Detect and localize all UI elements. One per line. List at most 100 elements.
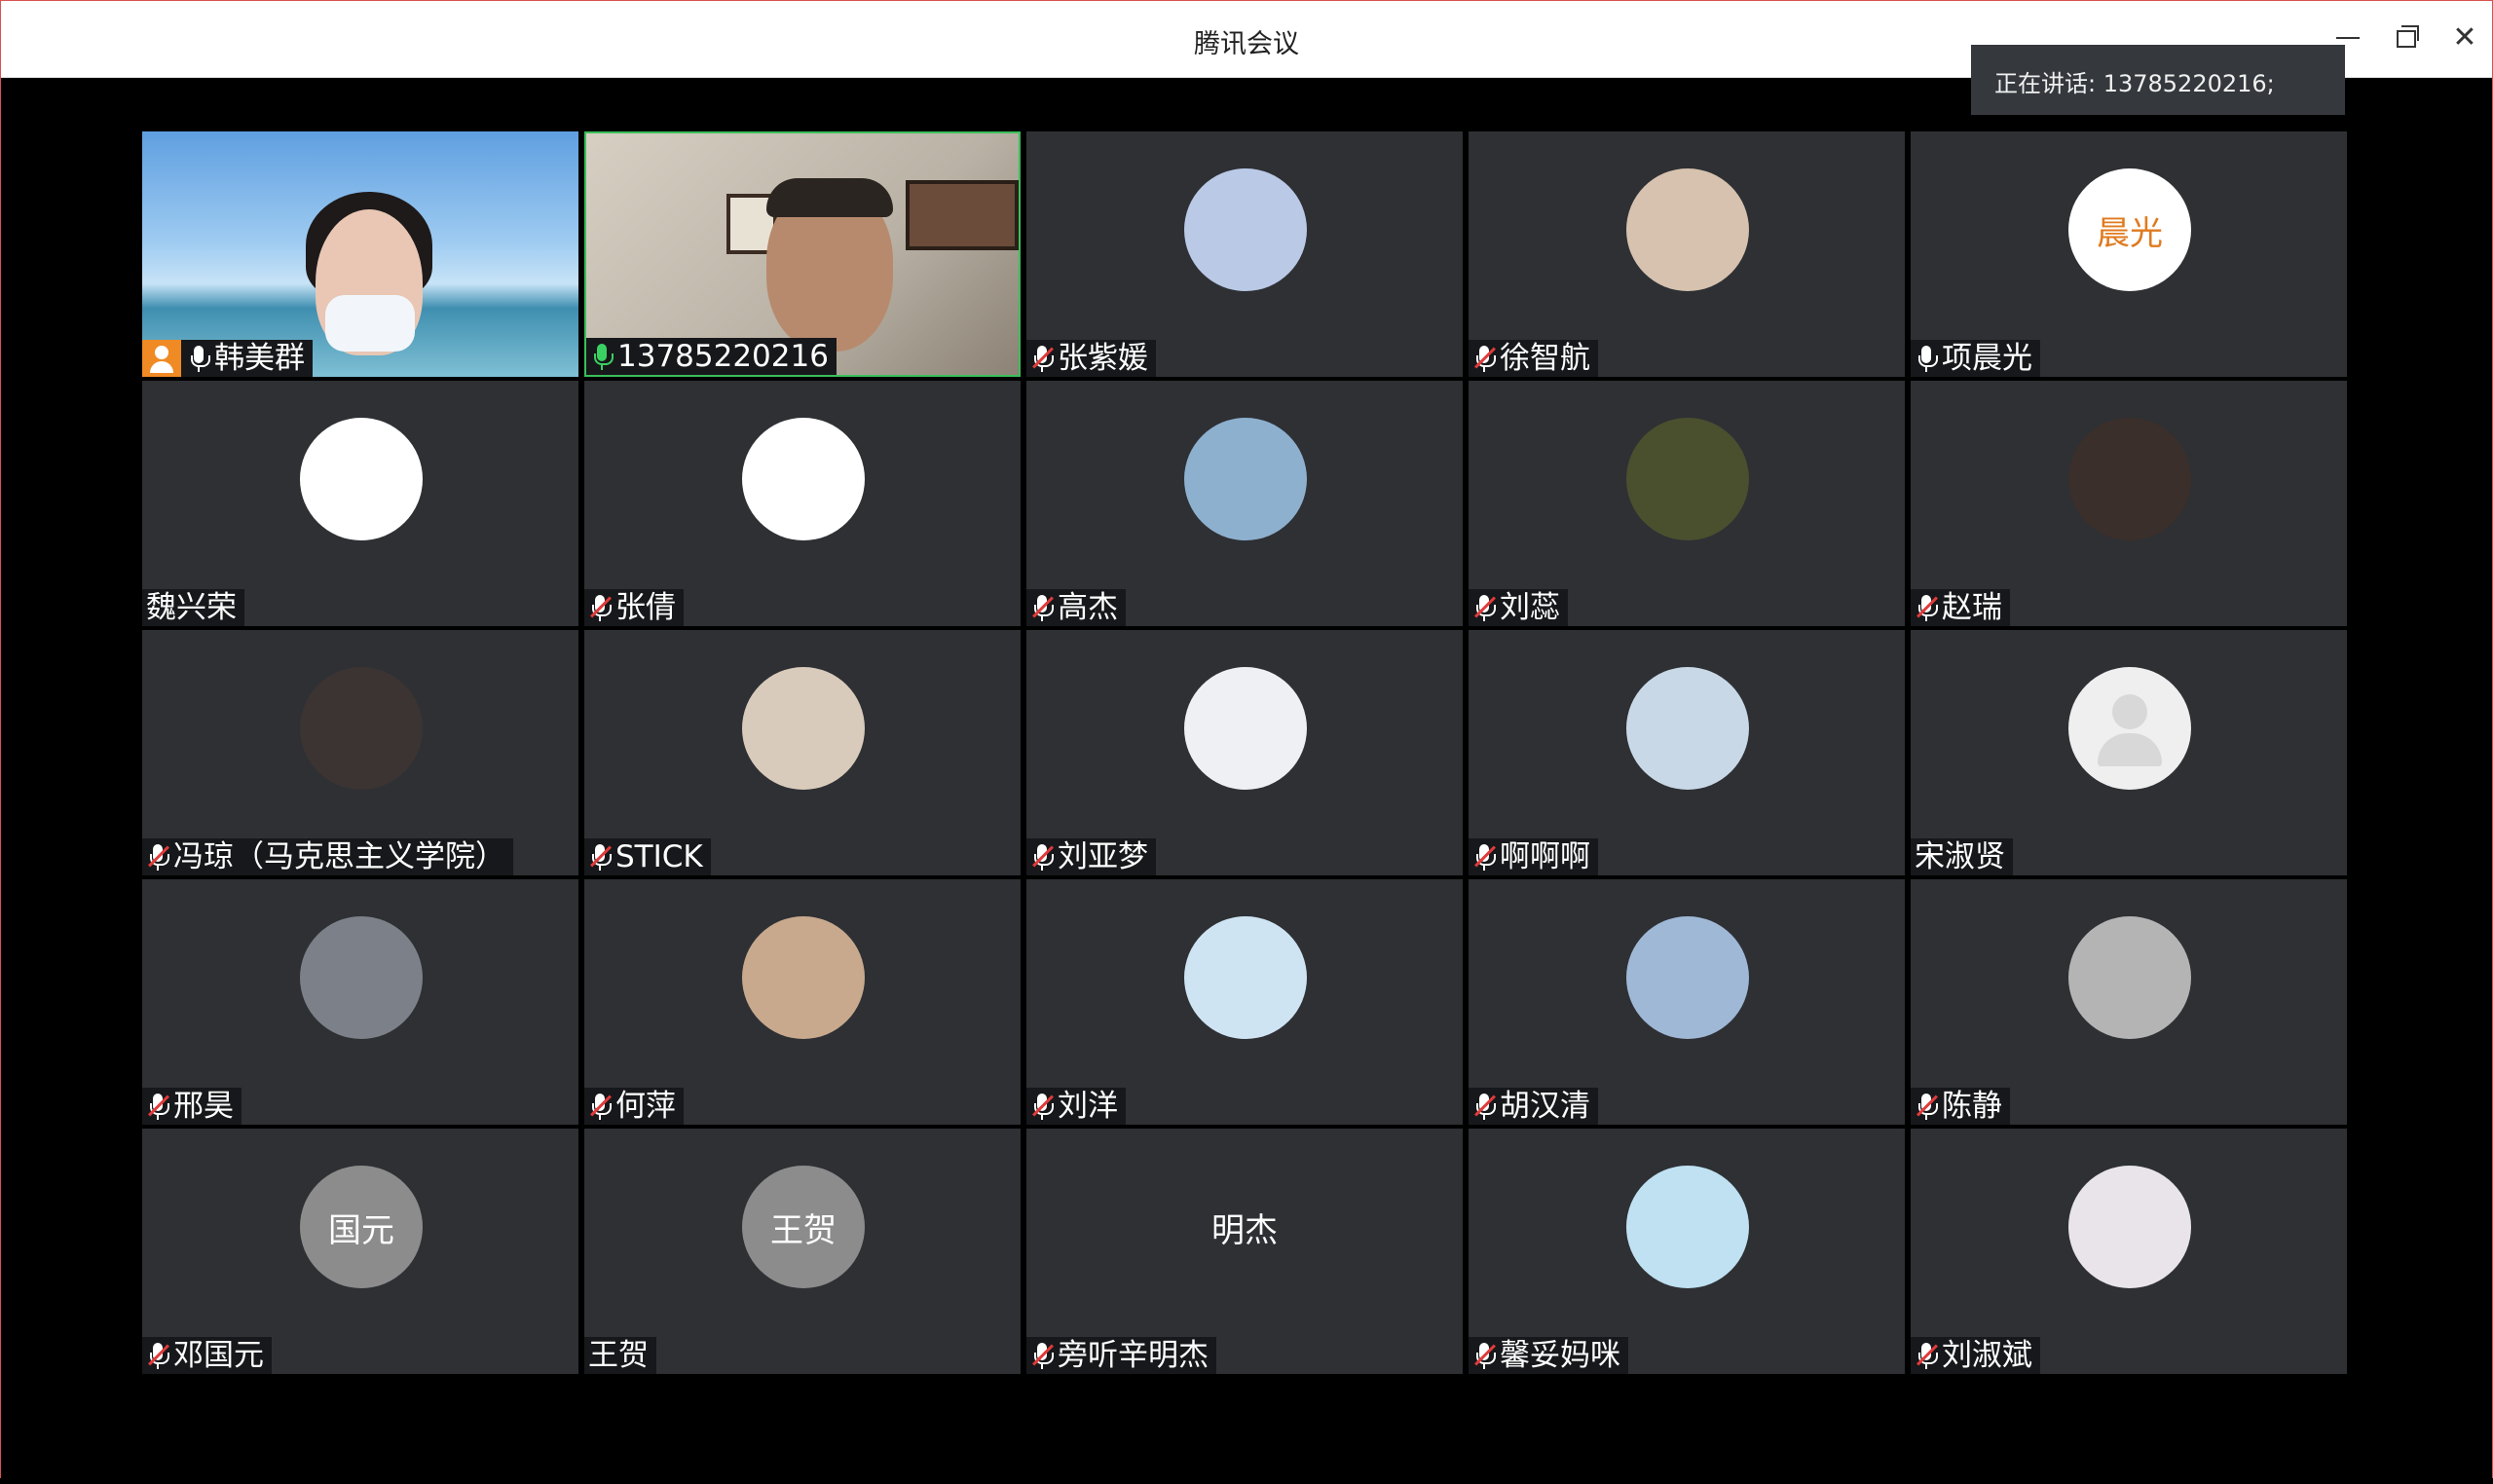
participant-tile[interactable]: 国元邓国元	[142, 1129, 578, 1374]
participant-name-label: 高杰	[1026, 589, 1126, 626]
participant-avatar	[1626, 667, 1749, 790]
participant-avatar: 明杰	[1026, 1166, 1463, 1288]
participant-name: 胡汉清	[1500, 1089, 1590, 1124]
participant-avatar	[742, 418, 865, 540]
participant-tile[interactable]: 啊啊啊	[1469, 630, 1905, 875]
participant-name-label: 邓国元	[142, 1337, 272, 1374]
microphone-icon	[187, 344, 210, 373]
mic-muted-icon	[1915, 1092, 1938, 1121]
participant-name: 赵瑞	[1942, 590, 2002, 625]
participant-tile[interactable]: 冯琼（马克思主义学院）	[142, 630, 578, 875]
participant-name: 馨妥妈咪	[1500, 1338, 1620, 1373]
participant-name-label: 13785220216	[586, 338, 837, 375]
participant-name-label: 刘淑斌	[1911, 1337, 2040, 1374]
participant-name-label: 刘亚梦	[1026, 838, 1156, 875]
microphone-icon	[590, 342, 614, 371]
participant-name-label: 馨妥妈咪	[1469, 1337, 1628, 1374]
mic-muted-icon	[1472, 593, 1496, 622]
participant-tile[interactable]: 徐智航	[1469, 131, 1905, 377]
participant-tile[interactable]: 刘洋	[1026, 879, 1463, 1125]
participant-name-label: 韩美群	[142, 340, 313, 377]
participant-avatar	[1184, 418, 1307, 540]
participant-name-label: 徐智航	[1469, 340, 1598, 377]
participant-tile[interactable]: 刘淑斌	[1911, 1129, 2347, 1374]
video-feed-tile[interactable]: 韩美群	[142, 131, 578, 377]
participant-name-label: 胡汉清	[1469, 1088, 1598, 1125]
participant-name: 陈静	[1942, 1089, 2002, 1124]
microphone-icon	[1915, 344, 1938, 373]
participant-name: 徐智航	[1500, 341, 1590, 376]
participant-tile[interactable]: 刘亚梦	[1026, 630, 1463, 875]
participant-tile[interactable]: 刘蕊	[1469, 381, 1905, 626]
participant-name-label: 刘洋	[1026, 1088, 1126, 1125]
participant-tile[interactable]: 赵瑞	[1911, 381, 2347, 626]
mic-muted-icon	[1030, 344, 1054, 373]
participant-name: 旁听辛明杰	[1058, 1338, 1209, 1373]
participant-avatar	[1626, 1166, 1749, 1288]
participant-tile[interactable]: 王贺 王贺	[584, 1129, 1021, 1374]
mic-muted-icon	[1030, 593, 1054, 622]
participant-tile[interactable]: 何萍	[584, 879, 1021, 1125]
participant-name: 刘淑斌	[1942, 1338, 2032, 1373]
participant-tile[interactable]: 高杰	[1026, 381, 1463, 626]
mic-muted-icon	[588, 593, 612, 622]
participant-tile[interactable]: 魏兴荣	[142, 381, 578, 626]
participant-tile[interactable]: 馨妥妈咪	[1469, 1129, 1905, 1374]
minimize-icon	[2336, 37, 2360, 39]
participant-name: 13785220216	[617, 339, 829, 374]
avatar-text: 明杰	[1211, 1210, 1278, 1250]
participant-tile[interactable]: STICK	[584, 630, 1021, 875]
participant-name: 刘蕊	[1500, 590, 1560, 625]
host-icon	[142, 340, 181, 377]
participant-avatar	[2068, 1166, 2191, 1288]
participant-name-label: 魏兴荣	[142, 589, 244, 626]
mic-muted-icon	[1915, 1341, 1938, 1370]
participant-name: 刘亚梦	[1058, 839, 1148, 874]
participant-name-label: 宋淑贤	[1911, 838, 2013, 875]
participant-avatar	[1184, 916, 1307, 1039]
participant-avatar	[1626, 168, 1749, 291]
participant-avatar	[300, 916, 423, 1039]
participant-avatar: 王贺	[742, 1166, 865, 1288]
participant-tile[interactable]: 张倩	[584, 381, 1021, 626]
participant-name: 刘洋	[1058, 1089, 1118, 1124]
mic-muted-icon	[1472, 842, 1496, 872]
participant-tile[interactable]: 邢昊	[142, 879, 578, 1125]
participant-avatar: 晨光	[2068, 168, 2191, 291]
participant-avatar	[2068, 916, 2191, 1039]
participant-avatar	[742, 667, 865, 790]
restore-button[interactable]	[2383, 19, 2430, 57]
participant-name-label: 啊啊啊	[1469, 838, 1598, 875]
avatar-text: 晨光	[2097, 213, 2163, 253]
participant-name: 韩美群	[214, 341, 305, 376]
mic-muted-icon	[1472, 1092, 1496, 1121]
mic-muted-icon	[588, 842, 612, 872]
participant-tile[interactable]: 晨光项晨光	[1911, 131, 2347, 377]
participant-name-label: 陈静	[1911, 1088, 2010, 1125]
participant-avatar	[300, 667, 423, 790]
participant-name-label: 赵瑞	[1911, 589, 2010, 626]
participant-name-label: 刘蕊	[1469, 589, 1568, 626]
participant-avatar	[742, 916, 865, 1039]
participant-tile[interactable]: 陈静	[1911, 879, 2347, 1125]
participant-tile[interactable]: 宋淑贤	[1911, 630, 2347, 875]
mic-muted-icon	[1915, 593, 1938, 622]
participant-name: 宋淑贤	[1915, 839, 2005, 874]
participant-name: 邓国元	[173, 1338, 264, 1373]
participant-grid: 韩美群 13785220216 张紫媛 徐智航 晨光项晨光魏兴荣 张倩 高杰 刘蕊 赵瑞冯琼（马…	[142, 131, 2349, 1375]
avatar-text: 王贺	[770, 1210, 837, 1250]
participant-tile[interactable]: 胡汉清	[1469, 879, 1905, 1125]
participant-name-label: 王贺	[584, 1337, 656, 1374]
avatar-text: 国元	[328, 1210, 394, 1250]
participant-name-label: 张倩	[584, 589, 684, 626]
active-speaker-video-tile[interactable]: 13785220216	[584, 131, 1021, 377]
participant-avatar: 国元	[300, 1166, 423, 1288]
participant-name-label: 项晨光	[1911, 340, 2040, 377]
mic-muted-icon	[1030, 842, 1054, 872]
participant-avatar	[1626, 916, 1749, 1039]
close-button[interactable]: ✕	[2441, 19, 2488, 57]
participant-tile[interactable]: 张紫媛	[1026, 131, 1463, 377]
participant-tile[interactable]: 明杰旁听辛明杰	[1026, 1129, 1463, 1374]
participant-name: 啊啊啊	[1500, 839, 1590, 874]
speaking-indicator: 正在讲话: 13785220216;	[1971, 45, 2345, 115]
